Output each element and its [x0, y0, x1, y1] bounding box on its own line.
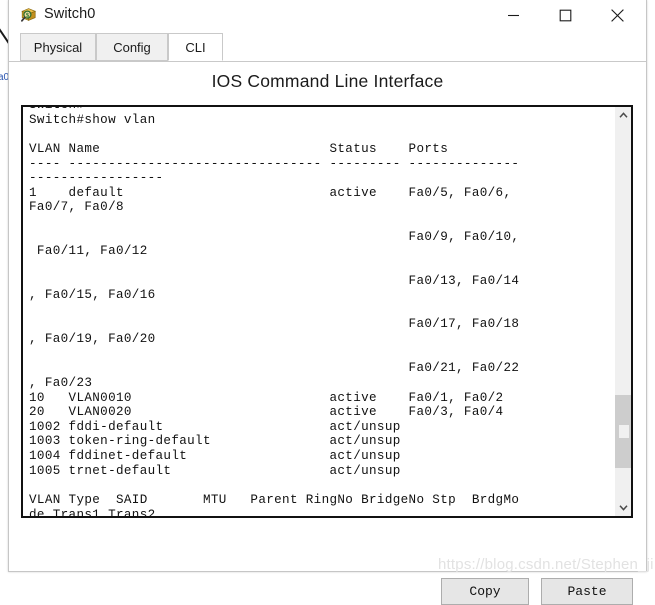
terminal-scrollbar[interactable] [614, 107, 631, 516]
scrollbar-thumb[interactable] [615, 395, 631, 468]
minimize-icon[interactable] [490, 0, 536, 31]
chevron-down-icon[interactable] [615, 499, 631, 516]
svg-text:$: $ [26, 12, 29, 19]
tab-config[interactable]: Config [96, 33, 168, 61]
tab-physical-label: Physical [33, 39, 83, 55]
tab-config-label: Config [113, 39, 151, 55]
tab-cli[interactable]: CLI [168, 33, 223, 61]
window-titlebar: $ Switch0 [9, 0, 646, 32]
cli-panel: IOS Command Line Interface Switch# Switc… [9, 62, 646, 605]
tab-bar: Physical Config CLI [9, 32, 646, 62]
tab-cli-label: CLI [185, 39, 206, 55]
terminal-output-area[interactable]: Switch# Switch#show vlan VLAN Name Statu… [21, 105, 633, 518]
page-title: IOS Command Line Interface [211, 71, 444, 91]
chevron-up-icon[interactable] [615, 107, 631, 124]
window-title: Switch0 [44, 6, 96, 22]
maximize-icon[interactable] [542, 0, 588, 31]
close-icon[interactable] [594, 0, 640, 31]
switch-cli-window: $ Switch0 Physical Config CLI IOS Comman… [8, 0, 647, 605]
terminal-text: Switch# Switch#show vlan VLAN Name Statu… [29, 105, 520, 518]
paste-button[interactable]: Paste [541, 578, 633, 605]
copy-button-label: Copy [469, 584, 501, 599]
tab-physical[interactable]: Physical [20, 33, 96, 61]
paste-button-label: Paste [567, 584, 607, 599]
copy-button[interactable]: Copy [441, 578, 529, 605]
packet-tracer-switch-icon: $ [20, 7, 38, 25]
